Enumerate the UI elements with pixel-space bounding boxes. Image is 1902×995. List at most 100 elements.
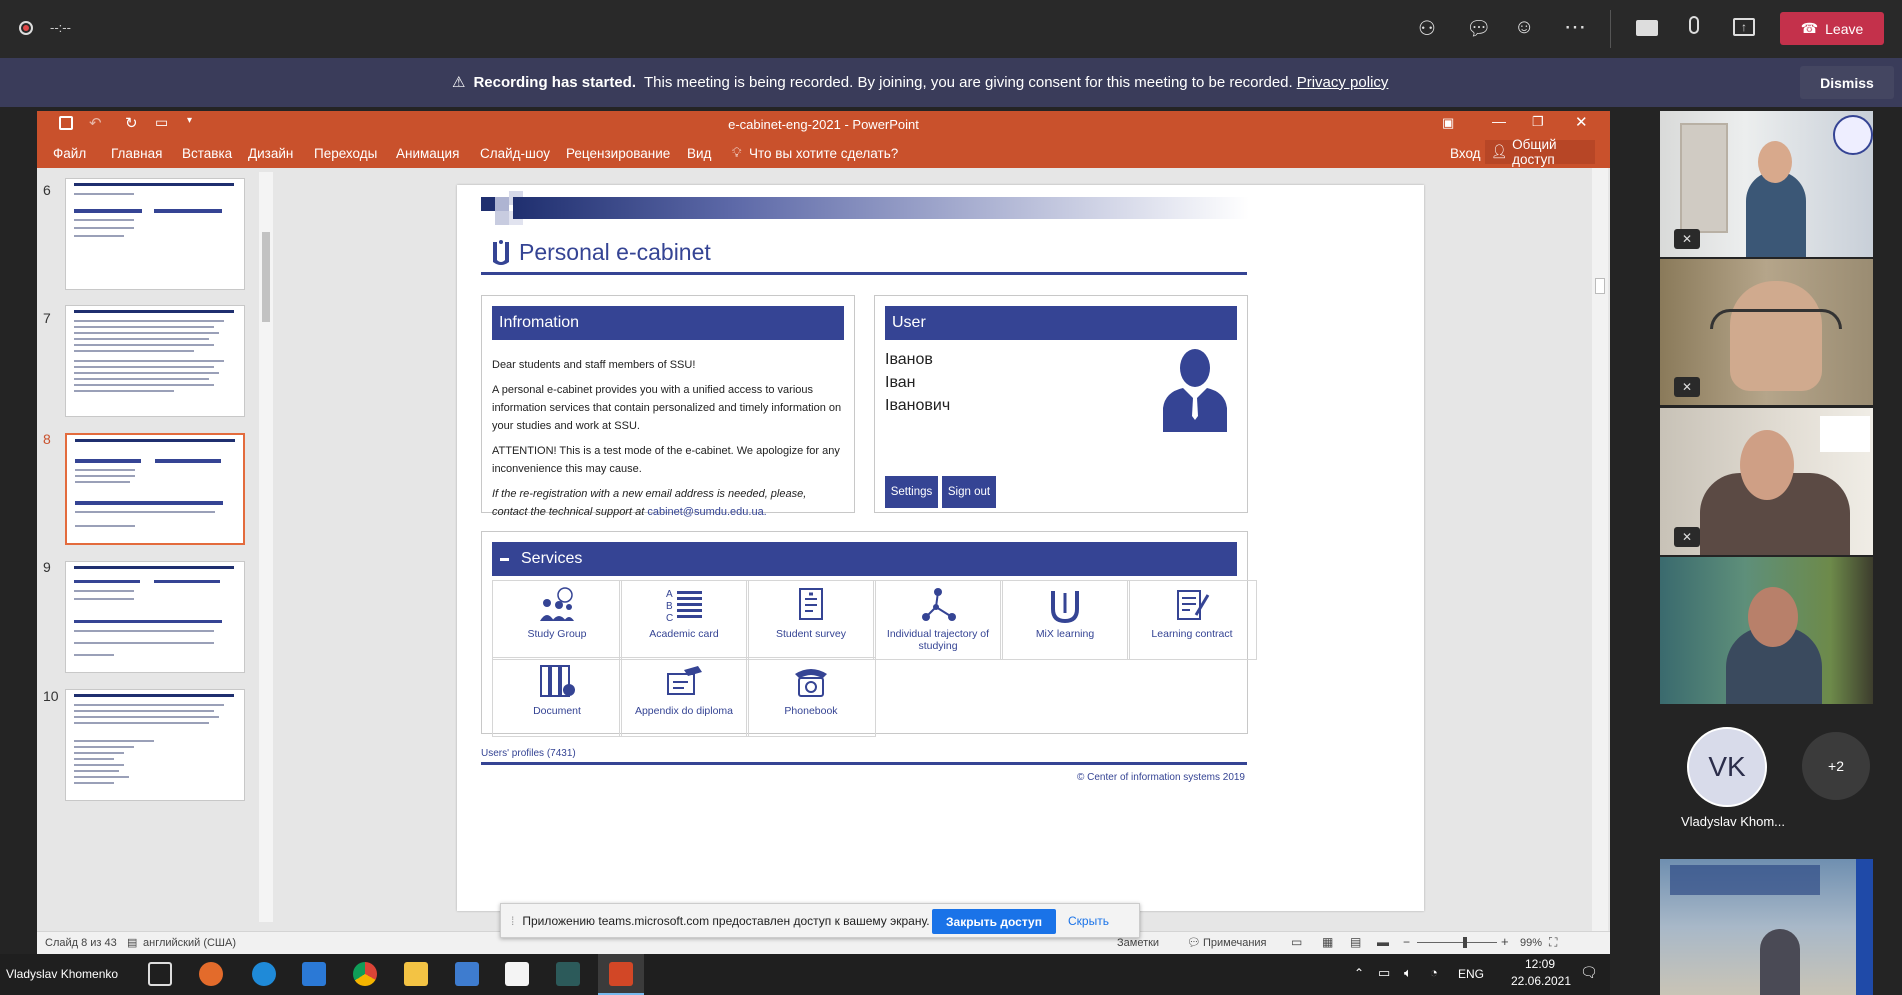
tab-view[interactable]: Вид	[687, 146, 711, 161]
tab-review[interactable]: Рецензирование	[566, 146, 670, 161]
edge-icon[interactable]	[252, 962, 276, 986]
tell-me-input[interactable]: Что вы хотите сделать?	[749, 146, 898, 161]
keyboard-language[interactable]: ENG	[1458, 967, 1484, 981]
comments-icon[interactable]: 💬︎	[1187, 936, 1201, 949]
document-icon[interactable]	[505, 962, 529, 986]
clock-time[interactable]: 12:09	[1510, 957, 1570, 971]
spellcheck-icon[interactable]: ▤	[127, 936, 137, 949]
service-phonebook[interactable]: Phonebook	[746, 657, 876, 737]
fit-slide-icon[interactable]: ⛶	[1549, 935, 1557, 950]
slide-thumbnail-8-selected[interactable]	[65, 433, 245, 545]
zoom-level[interactable]: 99%	[1520, 937, 1542, 949]
clock-date[interactable]: 22.06.2021	[1506, 974, 1576, 988]
room-sign	[1670, 865, 1820, 895]
support-email-link[interactable]: cabinet@sumdu.edu.ua.	[647, 506, 766, 518]
battery-icon[interactable]: ▭	[1378, 965, 1390, 981]
zoom-slider[interactable]	[1417, 937, 1497, 948]
sorter-view-icon[interactable]: ▦	[1322, 935, 1333, 949]
ribbon-display-icon[interactable]: ▣	[1442, 115, 1454, 131]
slideshow-view-icon[interactable]: ▬	[1377, 935, 1389, 949]
service-document[interactable]: Document	[492, 657, 622, 737]
people-icon[interactable]: ⚇	[1418, 16, 1444, 42]
store-icon[interactable]	[455, 962, 479, 986]
slide-thumbnail-6[interactable]	[65, 178, 245, 290]
thumbnail-pane: 6 7 8 9 10	[37, 168, 280, 931]
leave-button[interactable]: ☎ Leave	[1780, 12, 1884, 45]
comments-button[interactable]: Примечания	[1203, 937, 1267, 949]
thumbnail-scrollbar[interactable]	[259, 172, 273, 922]
normal-view-icon[interactable]: ▭	[1291, 935, 1302, 949]
zoom-in-icon[interactable]: +	[1501, 934, 1509, 949]
file-explorer-icon[interactable]	[404, 962, 428, 986]
privacy-policy-link[interactable]: Privacy policy	[1297, 74, 1389, 91]
participant-video-1[interactable]: ✕	[1660, 111, 1873, 257]
tab-home[interactable]: Главная	[111, 146, 162, 161]
camera-icon[interactable]	[1636, 20, 1658, 36]
reading-view-icon[interactable]: ▤	[1350, 935, 1361, 949]
svg-text:B: B	[666, 601, 673, 612]
sign-in-link[interactable]: Вход	[1450, 146, 1481, 161]
user-header: User	[885, 306, 1237, 340]
slide-canvas: Personal e-cabinet Infromation Dear stud…	[457, 185, 1424, 911]
chat-icon[interactable]: 💬︎	[1466, 16, 1492, 42]
services-header[interactable]: Services	[492, 542, 1237, 576]
language-status[interactable]: английский (США)	[143, 937, 236, 949]
reactions-icon[interactable]: ☺	[1514, 16, 1540, 42]
network-icon[interactable]: ◔	[1430, 965, 1438, 980]
slide-title: Personal e-cabinet	[489, 233, 711, 271]
app-icon[interactable]	[199, 962, 223, 986]
participant-video-3[interactable]: ✕	[1660, 408, 1873, 555]
share-button[interactable]: 👤︎ Общий доступ	[1485, 137, 1595, 167]
minimize-icon[interactable]: —	[1492, 113, 1506, 129]
volume-icon[interactable]: 🔈︎	[1404, 965, 1412, 981]
app-icon-2[interactable]	[556, 962, 580, 986]
participant-video-2[interactable]: ✕	[1660, 259, 1873, 405]
zoom-out-icon[interactable]: −	[1403, 935, 1410, 949]
users-profiles-link[interactable]: Users' profiles (7431)	[481, 748, 576, 759]
collapse-icon[interactable]	[500, 557, 509, 561]
participant-video-4[interactable]	[1660, 557, 1873, 704]
powerpoint-task[interactable]	[598, 954, 644, 995]
share-screen-icon[interactable]: ↑	[1733, 18, 1755, 36]
task-view-icon[interactable]	[148, 962, 172, 986]
notes-button[interactable]: Заметки	[1117, 937, 1159, 949]
service-study-group[interactable]: Study Group	[492, 580, 622, 660]
sign-out-button[interactable]: Sign out	[942, 476, 996, 508]
ppt-ribbon-tabs: Файл Главная Вставка Дизайн Переходы Ани…	[37, 137, 1610, 168]
participant-avatar[interactable]: VK	[1687, 727, 1767, 807]
tab-slideshow[interactable]: Слайд-шоу	[480, 146, 550, 161]
tab-file[interactable]: Файл	[53, 146, 86, 161]
slide-thumbnail-10[interactable]	[65, 689, 245, 801]
more-participants-button[interactable]: +2	[1802, 732, 1870, 800]
service-mix-learning[interactable]: MiX learning	[1000, 580, 1130, 660]
dismiss-button[interactable]: Dismiss	[1800, 66, 1894, 99]
title-underline	[481, 272, 1247, 275]
notifications-icon[interactable]: 🗨︎	[1580, 964, 1598, 981]
recording-text: This meeting is being recorded. By joini…	[644, 73, 1293, 91]
service-student-survey[interactable]: Student survey	[746, 580, 876, 660]
hide-share-bar-button[interactable]: Скрыть	[1068, 914, 1109, 928]
settings-button[interactable]: Settings	[885, 476, 938, 508]
stop-sharing-button[interactable]: Закрыть доступ	[932, 909, 1056, 934]
slide-thumbnail-7[interactable]	[65, 305, 245, 417]
mic-icon[interactable]	[1689, 16, 1699, 34]
footer-line	[481, 762, 1247, 765]
more-options-icon[interactable]: ⋯	[1564, 14, 1590, 40]
slide-thumbnail-9[interactable]	[65, 561, 245, 673]
service-learning-contract[interactable]: Learning contract	[1127, 580, 1257, 660]
mail-icon[interactable]	[302, 962, 326, 986]
service-appendix-diploma[interactable]: Appendix do diploma	[619, 657, 749, 737]
tray-chevron-icon[interactable]: ⌃	[1354, 966, 1364, 980]
tab-transitions[interactable]: Переходы	[314, 146, 377, 161]
slide-scrollbar[interactable]	[1592, 168, 1608, 931]
restore-icon[interactable]: ❐	[1532, 114, 1544, 130]
tab-design[interactable]: Дизайн	[248, 146, 293, 161]
service-individual-trajectory[interactable]: Individual trajectory of studying	[873, 580, 1003, 660]
service-academic-card[interactable]: ABC Academic card	[619, 580, 749, 660]
tab-insert[interactable]: Вставка	[182, 146, 232, 161]
participant-video-room[interactable]	[1660, 859, 1873, 995]
chrome-icon[interactable]	[353, 962, 377, 986]
close-icon[interactable]: ✕	[1575, 113, 1588, 131]
tab-animations[interactable]: Анимация	[396, 146, 459, 161]
drag-handle-icon[interactable]: ⁞	[511, 914, 514, 928]
